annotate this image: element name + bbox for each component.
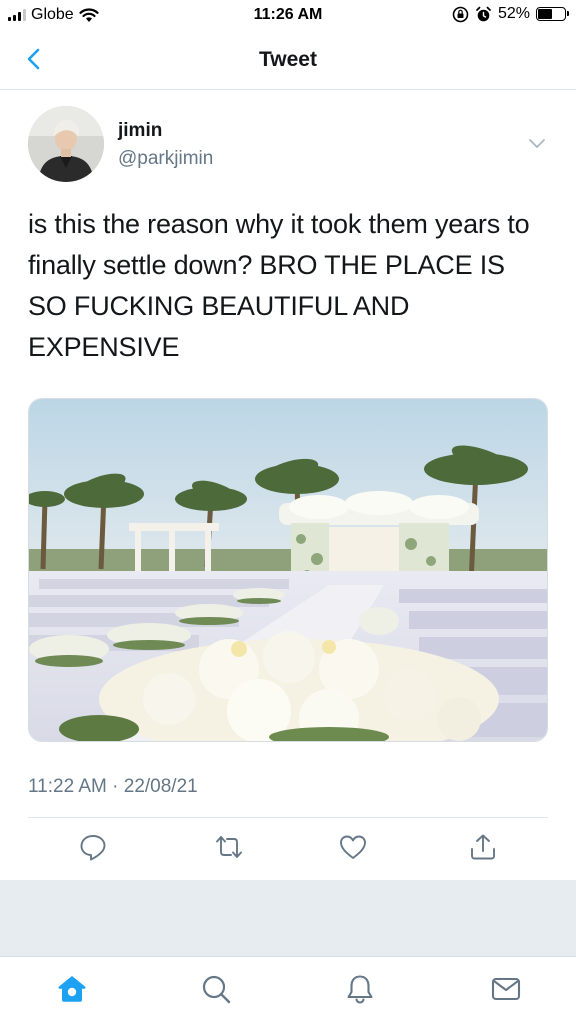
- notifications-icon[interactable]: [344, 973, 376, 1005]
- battery-percent: 52%: [497, 5, 530, 22]
- status-right: 52%: [452, 5, 569, 23]
- reply-icon[interactable]: [78, 832, 108, 862]
- battery-fill: [538, 9, 552, 19]
- tab-bar: [0, 956, 576, 1024]
- share-icon[interactable]: [468, 832, 498, 862]
- messages-icon[interactable]: [490, 973, 522, 1005]
- tweet-timestamp: 11:22 AM · 22/08/21: [28, 776, 198, 797]
- wedding-venue-photo: [29, 399, 547, 741]
- tweet-author: jimin @parkjimin: [28, 104, 548, 184]
- replies-placeholder: [0, 880, 576, 956]
- divider: [28, 817, 548, 818]
- home-icon[interactable]: [56, 973, 88, 1005]
- screen-lock-icon: [452, 6, 469, 22]
- status-bar: Globe 11:26 AM 52%: [0, 0, 576, 32]
- chevron-down-icon[interactable]: [526, 132, 548, 154]
- search-icon[interactable]: [200, 973, 232, 1005]
- author-handle[interactable]: @parkjimin: [118, 148, 213, 170]
- tweet-text: is this the reason why it took them year…: [28, 209, 530, 362]
- author-name[interactable]: jimin: [118, 120, 162, 142]
- alarm-icon: [476, 6, 491, 21]
- battery-icon: [536, 7, 569, 21]
- nav-header: Tweet: [0, 32, 576, 90]
- tweet-actions: [28, 832, 548, 864]
- avatar[interactable]: [28, 106, 104, 182]
- tweet-media[interactable]: [28, 398, 548, 742]
- page-title: Tweet: [259, 48, 317, 71]
- like-icon[interactable]: [338, 832, 368, 862]
- retweet-icon[interactable]: [214, 832, 244, 862]
